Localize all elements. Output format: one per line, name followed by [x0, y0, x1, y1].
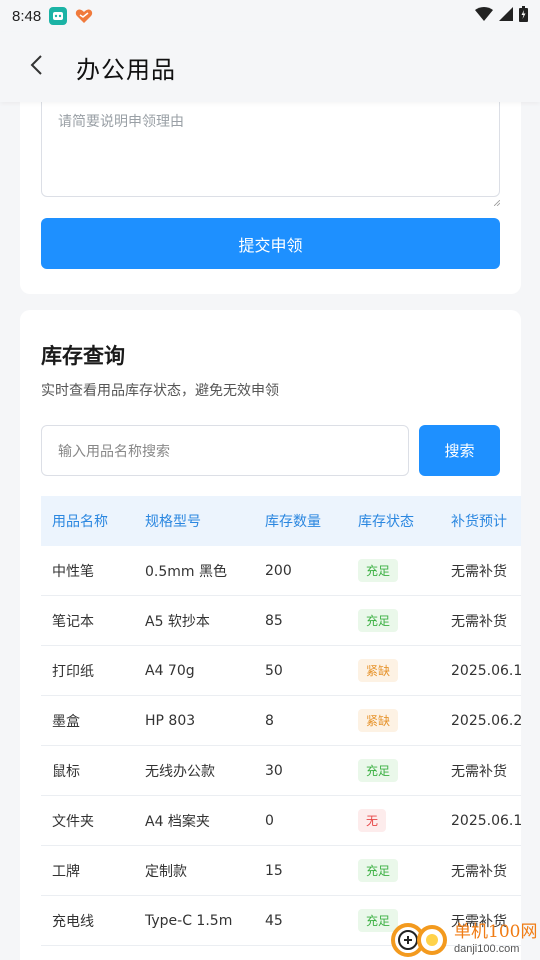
table-header: 用品名称 规格型号 库存数量 库存状态 补货预计: [41, 496, 521, 546]
table-row: 笔记本 A5 软抄本 85 充足 无需补货: [41, 596, 521, 646]
item-spec: A4 档案夹: [145, 813, 210, 830]
item-quantity: 0: [265, 812, 274, 829]
heart-notification-icon: [75, 7, 93, 25]
status-bar: 8:48: [0, 0, 540, 32]
column-header: 库存数量: [265, 514, 321, 530]
watermark: 单机100网 danji100.com: [390, 918, 540, 960]
restock-estimate: 2025.06.15: [451, 812, 521, 829]
item-name: 充电线: [52, 913, 94, 930]
item-quantity: 50: [265, 662, 283, 679]
restock-estimate: 无需补货: [451, 863, 507, 880]
request-form-card: 请简要说明申领理由 提交申领: [20, 80, 521, 294]
item-name: 文件夹: [52, 813, 94, 830]
item-name: 中性笔: [52, 563, 94, 580]
app-notification-icon: [49, 7, 68, 25]
inventory-card: 库存查询 实时查看用品库存状态，避免无效申领 输入用品名称搜索 搜索 用品名称 …: [20, 310, 521, 960]
item-name: 鼠标: [52, 763, 80, 780]
item-name: 笔记本: [52, 613, 94, 630]
column-header: 补货预计: [451, 514, 507, 530]
status-badge: 充足: [358, 609, 399, 632]
restock-estimate: 无需补货: [451, 763, 507, 780]
status-badge: 充足: [358, 759, 399, 782]
search-button[interactable]: 搜索: [419, 425, 500, 476]
restock-estimate: 2025.06.18: [451, 662, 521, 679]
status-badge: 紧缺: [358, 659, 399, 682]
item-spec: 无线办公款: [145, 763, 215, 780]
item-spec: HP 803: [145, 712, 196, 729]
table-row: 文件夹 A4 档案夹 0 无 2025.06.15: [41, 796, 521, 846]
item-name: 打印纸: [52, 663, 94, 680]
item-quantity: 200: [265, 562, 292, 579]
item-spec: A5 软抄本: [145, 613, 210, 630]
submit-request-button[interactable]: 提交申领: [41, 218, 500, 269]
status-badge: 充足: [358, 559, 399, 582]
status-badge: 无: [358, 809, 387, 832]
chevron-left-icon: [29, 54, 43, 80]
reason-textarea[interactable]: 请简要说明申领理由: [41, 96, 500, 197]
battery-icon: [519, 6, 528, 26]
inventory-title: 库存查询: [41, 344, 125, 368]
app-bar: 办公用品: [0, 32, 540, 102]
item-spec: 定制款: [145, 863, 187, 880]
item-quantity: 45: [265, 912, 283, 929]
table-row: 工牌 定制款 15 充足 无需补货: [41, 846, 521, 896]
inventory-subtitle: 实时查看用品库存状态，避免无效申领: [41, 383, 279, 399]
item-quantity: 30: [265, 762, 283, 779]
column-header: 规格型号: [145, 514, 201, 530]
back-button[interactable]: [0, 32, 72, 102]
inventory-table: 用品名称 规格型号 库存数量 库存状态 补货预计 中性笔 0.5mm 黑色 20…: [41, 496, 521, 946]
item-spec: 0.5mm 黑色: [145, 563, 227, 580]
textarea-resize-icon[interactable]: [493, 191, 501, 207]
column-header: 库存状态: [358, 514, 414, 530]
item-search-input[interactable]: 输入用品名称搜索: [41, 425, 409, 476]
item-spec: Type-C 1.5m: [145, 912, 233, 929]
status-badge: 充足: [358, 859, 399, 882]
item-spec: A4 70g: [145, 662, 195, 679]
restock-estimate: 无需补货: [451, 613, 507, 630]
restock-estimate: 2025.06.20: [451, 712, 521, 729]
item-name: 墨盒: [52, 713, 80, 730]
wifi-icon: [475, 7, 493, 25]
column-header: 用品名称: [52, 514, 108, 530]
table-row: 打印纸 A4 70g 50 紧缺 2025.06.18: [41, 646, 521, 696]
restock-estimate: 无需补货: [451, 563, 507, 580]
status-badge: 紧缺: [358, 709, 399, 732]
watermark-url: danji100.com: [454, 943, 520, 955]
item-quantity: 85: [265, 612, 283, 629]
item-quantity: 8: [265, 712, 274, 729]
watermark-title: 单机100网: [454, 922, 538, 942]
table-row: 墨盒 HP 803 8 紧缺 2025.06.20: [41, 696, 521, 746]
item-quantity: 15: [265, 862, 283, 879]
item-name: 工牌: [52, 863, 80, 880]
status-time: 8:48: [12, 7, 42, 25]
cellular-signal-icon: [499, 7, 513, 25]
watermark-logo-icon: [390, 919, 452, 959]
page-title: 办公用品: [76, 55, 176, 84]
table-row: 中性笔 0.5mm 黑色 200 充足 无需补货: [41, 546, 521, 596]
table-row: 鼠标 无线办公款 30 充足 无需补货: [41, 746, 521, 796]
